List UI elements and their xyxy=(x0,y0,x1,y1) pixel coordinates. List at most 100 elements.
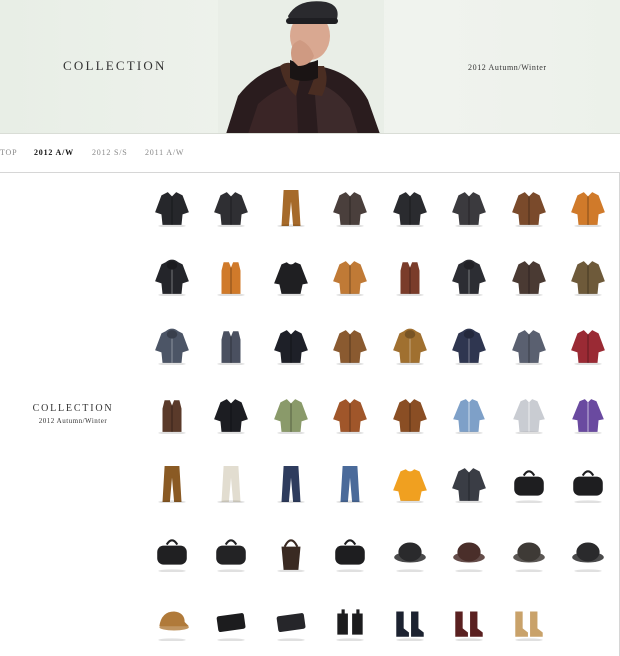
product-thumbnail-jacket xyxy=(333,191,368,227)
product-item[interactable] xyxy=(202,380,262,449)
product-thumbnail-hat xyxy=(453,541,486,572)
product-item[interactable] xyxy=(321,242,381,311)
product-item[interactable] xyxy=(380,449,440,518)
product-item[interactable] xyxy=(380,242,440,311)
product-thumbnail-jacket xyxy=(511,329,546,365)
product-item[interactable] xyxy=(261,311,321,380)
product-item[interactable] xyxy=(261,242,321,311)
nav-item-2012-ss[interactable]: 2012 S/S xyxy=(92,148,128,157)
product-thumbnail-jacket xyxy=(273,398,308,434)
product-item[interactable] xyxy=(321,311,381,380)
product-item[interactable] xyxy=(499,380,559,449)
product-item[interactable] xyxy=(321,587,381,656)
product-thumbnail-hat xyxy=(512,541,545,572)
product-thumbnail-boots xyxy=(515,610,543,641)
product-thumbnail-bag xyxy=(573,469,604,503)
product-item[interactable] xyxy=(202,518,262,587)
product-item[interactable] xyxy=(261,518,321,587)
product-item[interactable] xyxy=(142,311,202,380)
product-item[interactable] xyxy=(440,518,500,587)
product-thumbnail-jacket xyxy=(333,398,368,434)
product-item[interactable] xyxy=(559,173,619,242)
product-item[interactable] xyxy=(440,587,500,656)
product-thumbnail-bag xyxy=(156,538,187,572)
product-thumbnail-vest xyxy=(396,261,424,296)
product-item[interactable] xyxy=(142,449,202,518)
product-thumbnail-gloves xyxy=(336,608,364,641)
product-item[interactable] xyxy=(559,449,619,518)
hero-title: COLLECTION xyxy=(63,58,167,73)
product-thumbnail-hoodie xyxy=(452,259,487,296)
product-thumbnail-shirt xyxy=(453,398,486,434)
product-thumbnail-jacket xyxy=(571,191,606,227)
product-thumbnail-jacket xyxy=(392,398,427,434)
season-nav: TOP 2012 A/W 2012 S/S 2011 A/W xyxy=(0,146,620,162)
product-thumbnail-jacket xyxy=(452,467,487,503)
product-thumbnail-hat xyxy=(572,541,605,572)
product-item[interactable] xyxy=(261,449,321,518)
product-thumbnail-hoodie xyxy=(452,328,487,365)
product-item[interactable] xyxy=(202,242,262,311)
product-thumbnail-cap xyxy=(158,610,189,641)
product-item[interactable] xyxy=(499,242,559,311)
product-thumbnail-vest xyxy=(217,261,245,296)
product-item[interactable] xyxy=(499,587,559,656)
product-item[interactable] xyxy=(499,518,559,587)
product-item[interactable] xyxy=(202,587,262,656)
product-thumbnail-jacket xyxy=(333,329,368,365)
product-thumbnail-jacket xyxy=(571,260,606,296)
grid-cell-empty xyxy=(559,587,619,656)
product-thumbnail-pants xyxy=(158,465,186,503)
product-item[interactable] xyxy=(142,518,202,587)
product-item[interactable] xyxy=(499,449,559,518)
product-item[interactable] xyxy=(202,173,262,242)
product-item[interactable] xyxy=(380,518,440,587)
product-thumbnail-tote xyxy=(277,538,305,572)
product-item[interactable] xyxy=(380,380,440,449)
product-item[interactable] xyxy=(440,242,500,311)
product-thumbnail-wallet xyxy=(216,612,246,641)
product-item[interactable] xyxy=(261,380,321,449)
product-item[interactable] xyxy=(380,587,440,656)
product-item[interactable] xyxy=(440,380,500,449)
product-grid xyxy=(142,173,612,656)
product-item[interactable] xyxy=(559,518,619,587)
product-thumbnail-pants xyxy=(336,465,364,503)
product-thumbnail-jacket xyxy=(392,191,427,227)
product-item[interactable] xyxy=(380,311,440,380)
product-item[interactable] xyxy=(440,311,500,380)
product-item[interactable] xyxy=(559,311,619,380)
product-thumbnail-bag xyxy=(513,469,544,503)
product-item[interactable] xyxy=(440,173,500,242)
product-item[interactable] xyxy=(321,380,381,449)
nav-item-2012-aw[interactable]: 2012 A/W xyxy=(34,148,74,157)
collection-season: 2012 Autumn/Winter xyxy=(38,417,108,425)
product-item[interactable] xyxy=(321,518,381,587)
product-item[interactable] xyxy=(261,173,321,242)
product-item[interactable] xyxy=(142,587,202,656)
product-item[interactable] xyxy=(380,173,440,242)
product-item[interactable] xyxy=(142,242,202,311)
collection-panel: COLLECTION 2012 Autumn/Winter xyxy=(0,172,620,656)
product-item[interactable] xyxy=(202,311,262,380)
collection-title: COLLECTION xyxy=(32,403,114,414)
product-item[interactable] xyxy=(499,173,559,242)
nav-item-2011-aw[interactable]: 2011 A/W xyxy=(145,148,184,157)
product-item[interactable] xyxy=(440,449,500,518)
product-item[interactable] xyxy=(142,173,202,242)
collection-label: COLLECTION 2012 Autumn/Winter xyxy=(28,403,118,425)
product-item[interactable] xyxy=(559,380,619,449)
product-item[interactable] xyxy=(321,173,381,242)
product-item[interactable] xyxy=(202,449,262,518)
product-item[interactable] xyxy=(261,587,321,656)
hero-season: 2012 Autumn/Winter xyxy=(468,63,547,72)
product-thumbnail-vest xyxy=(158,399,186,434)
nav-item-top[interactable]: TOP xyxy=(0,148,17,157)
product-thumbnail-shirt xyxy=(512,398,545,434)
product-item[interactable] xyxy=(499,311,559,380)
product-item[interactable] xyxy=(142,380,202,449)
product-item[interactable] xyxy=(321,449,381,518)
product-thumbnail-hat xyxy=(393,541,426,572)
product-item[interactable] xyxy=(559,242,619,311)
product-thumbnail-jacket xyxy=(273,329,308,365)
